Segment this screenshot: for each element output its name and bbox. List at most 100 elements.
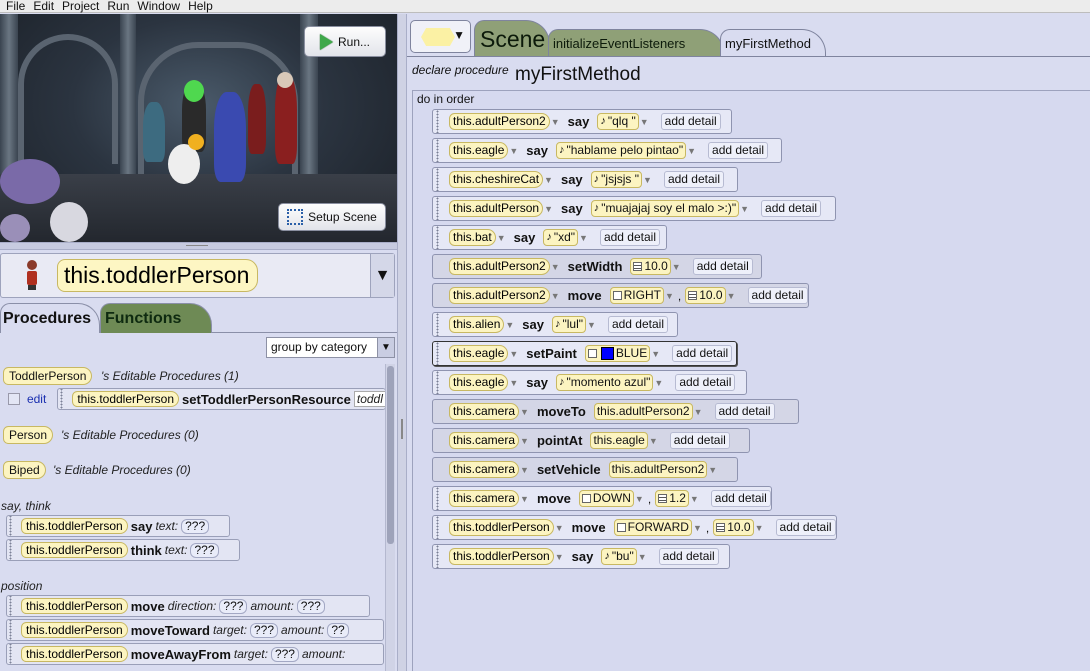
- menu-window[interactable]: Window: [137, 0, 180, 13]
- statement-target[interactable]: this.alien: [449, 316, 505, 333]
- tab-functions[interactable]: Functions: [100, 303, 212, 333]
- procedure-name[interactable]: myFirstMethod: [515, 64, 641, 86]
- statement-arg[interactable]: ♪ "xd": [543, 229, 579, 246]
- statement-arg[interactable]: ♪ "hablame pelo pintao": [556, 142, 687, 159]
- statement-arg[interactable]: 10.0: [685, 287, 726, 304]
- statement-arg[interactable]: 1.2: [655, 490, 689, 507]
- statement-arg[interactable]: BLUE: [584, 345, 651, 362]
- statement-10[interactable]: this.camera ▼ moveTo this.adultPerson2 ▼ a…: [432, 399, 799, 424]
- statement-target[interactable]: this.adultPerson: [449, 200, 544, 217]
- statement-arg[interactable]: ♪ "qlq ": [597, 113, 639, 130]
- statement-11[interactable]: this.camera ▼ pointAt this.eagle ▼ add det…: [432, 428, 750, 453]
- add-detail-button[interactable]: add detail: [660, 113, 721, 130]
- edit-link[interactable]: edit: [27, 392, 46, 406]
- type-toddlerperson[interactable]: ToddlerPerson: [3, 367, 93, 385]
- statement-arg[interactable]: FORWARD: [613, 519, 692, 536]
- statement-7[interactable]: this.alien ▼ say ♪ "lul" ▼ add detail: [432, 312, 678, 337]
- statement-3[interactable]: this.adultPerson ▼ say ♪ "muajajaj soy el …: [432, 196, 836, 221]
- add-detail-button[interactable]: add detail: [658, 548, 719, 565]
- statement-arg[interactable]: DOWN: [578, 490, 634, 507]
- menu-project[interactable]: Project: [62, 0, 99, 13]
- tab-procedures[interactable]: Procedures: [0, 303, 100, 333]
- add-detail-button[interactable]: add detail: [714, 403, 775, 420]
- procedure-tile-settoddler[interactable]: this.toddlerPerson setToddlerPersonResou…: [57, 388, 386, 410]
- add-detail-button[interactable]: add detail: [747, 287, 808, 304]
- statement-target[interactable]: this.bat: [449, 229, 496, 246]
- statement-target[interactable]: this.camera: [449, 490, 520, 507]
- add-detail-button[interactable]: add detail: [710, 490, 771, 507]
- add-detail-button[interactable]: add detail: [663, 171, 724, 188]
- param-value: ??: [327, 622, 349, 638]
- type-biped[interactable]: Biped: [3, 461, 46, 479]
- add-detail-button[interactable]: add detail: [761, 200, 822, 217]
- type-person[interactable]: Person: [3, 426, 54, 444]
- menu-edit[interactable]: Edit: [33, 0, 54, 13]
- statement-arg[interactable]: RIGHT: [609, 287, 664, 304]
- procedure-tile-moveawayfrom[interactable]: this.toddlerPerson moveAwayFrom target: …: [6, 643, 384, 665]
- setup-scene-button[interactable]: Setup Scene: [278, 203, 386, 231]
- statement-method: say: [567, 114, 590, 129]
- menu-run[interactable]: Run: [107, 0, 129, 13]
- statement-target[interactable]: this.camera: [449, 432, 520, 449]
- procedure-tile-movetoward[interactable]: this.toddlerPerson moveToward target: ??…: [6, 619, 384, 641]
- statement-target[interactable]: this.eagle: [449, 374, 509, 391]
- chevron-down-icon[interactable]: ▼: [370, 254, 394, 297]
- procedure-tile-think[interactable]: this.toddlerPerson think text: ???: [6, 539, 240, 561]
- add-detail-button[interactable]: add detail: [672, 345, 733, 362]
- add-detail-button[interactable]: add detail: [669, 432, 730, 449]
- statement-arg[interactable]: ♪ "muajajaj soy el malo >:)": [590, 200, 740, 217]
- statement-target[interactable]: this.adultPerson2: [449, 287, 550, 304]
- statement-13[interactable]: this.camera ▼ move DOWN ▼ , 1.2 ▼ add detai…: [432, 486, 772, 511]
- statement-arg[interactable]: 10.0: [713, 519, 754, 536]
- add-detail-button[interactable]: add detail: [599, 229, 660, 246]
- statement-arg[interactable]: this.adultPerson2: [593, 403, 693, 420]
- add-detail-button[interactable]: add detail: [708, 142, 769, 159]
- tab-my-first-method[interactable]: myFirstMethod: [720, 29, 826, 56]
- group-by-select[interactable]: group by category ▼: [266, 337, 395, 358]
- statement-6[interactable]: this.adultPerson2 ▼ move RIGHT ▼ , 10.0 ▼ a…: [432, 283, 809, 308]
- statement-target[interactable]: this.toddlerPerson: [449, 548, 554, 565]
- statement-1[interactable]: this.eagle ▼ say ♪ "hablame pelo pintao" ▼ …: [432, 138, 782, 163]
- tab-scene[interactable]: Scene: [474, 20, 550, 56]
- statement-15[interactable]: this.toddlerPerson ▼ say ♪ "bu" ▼ add detai…: [432, 544, 730, 569]
- statement-target[interactable]: this.toddlerPerson: [449, 519, 554, 536]
- statement-arg[interactable]: ♪ "jsjsjs ": [590, 171, 643, 188]
- statement-arg[interactable]: this.adultPerson2: [608, 461, 708, 478]
- statement-5[interactable]: this.adultPerson2 ▼ setWidth 10.0 ▼ add de…: [432, 254, 762, 279]
- type-shape-button[interactable]: ▼: [410, 20, 471, 53]
- instance-selector[interactable]: this.toddlerPerson ▼: [0, 253, 395, 298]
- statement-arg[interactable]: ♪ "momento azul": [556, 374, 654, 391]
- statement-target[interactable]: this.adultPerson2: [449, 258, 550, 275]
- procedures-scrollbar[interactable]: [385, 364, 395, 671]
- statement-12[interactable]: this.camera ▼ setVehicle this.adultPerson…: [432, 457, 738, 482]
- pane-divider[interactable]: [397, 14, 407, 671]
- statement-8[interactable]: this.eagle ▼ setPaint BLUE ▼ add detail: [432, 341, 737, 366]
- statement-0[interactable]: this.adultPerson2 ▼ say ♪ "qlq " ▼ add deta…: [432, 109, 732, 134]
- statement-9[interactable]: this.eagle ▼ say ♪ "momento azul" ▼ add det…: [432, 370, 747, 395]
- add-detail-button[interactable]: add detail: [692, 258, 753, 275]
- add-detail-button[interactable]: add detail: [607, 316, 668, 333]
- menu-help[interactable]: Help: [188, 0, 213, 13]
- run-button[interactable]: Run...: [304, 26, 386, 57]
- statement-arg[interactable]: 10.0: [630, 258, 671, 275]
- statement-target[interactable]: this.cheshireCat: [449, 171, 544, 188]
- statement-4[interactable]: this.bat ▼ say ♪ "xd" ▼ add detail: [432, 225, 667, 250]
- editable-count-person: 's Editable Procedures (0): [61, 428, 199, 442]
- procedure-tile-move[interactable]: this.toddlerPerson move direction: ??? a…: [6, 595, 370, 617]
- statement-arg[interactable]: this.eagle: [590, 432, 648, 449]
- add-detail-button[interactable]: add detail: [675, 374, 736, 391]
- statement-target[interactable]: this.adultPerson2: [449, 113, 550, 130]
- statement-14[interactable]: this.toddlerPerson ▼ move FORWARD ▼ , 10.0…: [432, 515, 837, 540]
- statement-2[interactable]: this.cheshireCat ▼ say ♪ "jsjsjs " ▼ add de…: [432, 167, 738, 192]
- tab-initialize-event-listeners[interactable]: initializeEventListeners: [548, 29, 724, 56]
- scene-splitter[interactable]: [0, 242, 397, 250]
- statement-target[interactable]: this.camera: [449, 403, 520, 420]
- procedure-tile-say[interactable]: this.toddlerPerson say text: ???: [6, 515, 230, 537]
- add-detail-button[interactable]: add detail: [775, 519, 836, 536]
- menu-file[interactable]: File: [6, 0, 25, 13]
- statement-target[interactable]: this.eagle: [449, 142, 509, 159]
- statement-arg[interactable]: ♪ "lul": [552, 316, 587, 333]
- statement-arg[interactable]: ♪ "bu": [601, 548, 637, 565]
- statement-target[interactable]: this.camera: [449, 461, 520, 478]
- statement-target[interactable]: this.eagle: [449, 345, 509, 362]
